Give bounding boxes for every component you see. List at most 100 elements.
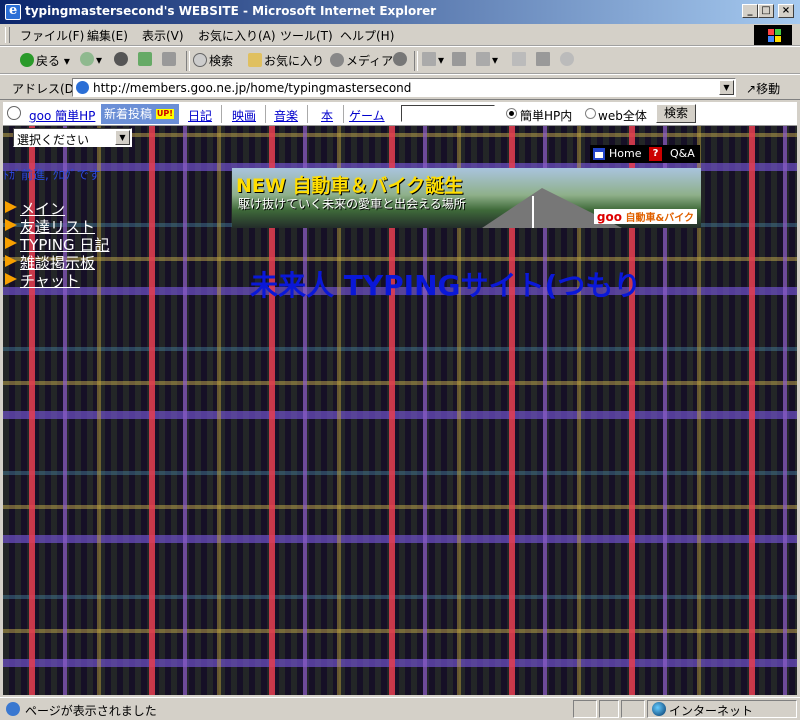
nav-diary-link[interactable]: 日記	[188, 107, 212, 124]
refresh-button[interactable]	[138, 52, 154, 67]
discuss-button[interactable]	[512, 52, 528, 67]
home-icon	[593, 148, 605, 160]
windows-logo-icon	[754, 25, 792, 45]
minimize-button[interactable]: _	[742, 4, 758, 18]
forward-arrow-icon	[80, 52, 94, 66]
new-posts-link[interactable]: 新着投稿 UP!	[101, 104, 179, 124]
ie-icon	[5, 3, 21, 20]
favorites-button[interactable]: お気に入り	[248, 52, 324, 69]
nav-book-link[interactable]: 本	[321, 107, 333, 124]
radio-site-label: 簡単HP内	[520, 109, 573, 123]
page-select-dropdown[interactable]: 選択ください ▼	[13, 128, 132, 147]
nav-movie-link[interactable]: 映画	[232, 107, 256, 124]
marquee-text: ﾄｶﾞ前進, ｸﾛｸﾞです	[3, 168, 101, 182]
triangle-bullet-icon	[5, 255, 17, 267]
go-button[interactable]: ↗移動	[746, 80, 780, 97]
chevron-down-icon[interactable]: ▼	[115, 130, 130, 145]
triangle-bullet-icon	[5, 201, 17, 213]
window-title-bar: typingmastersecond's WEBSITE - Microsoft…	[0, 0, 800, 24]
nav-game-link[interactable]: ゲーム	[349, 107, 385, 124]
internet-zone-icon	[652, 702, 666, 716]
edit-icon	[476, 52, 490, 66]
standard-toolbar: 戻る ▾ ▾ 検索 お気に入り メディア ▾ ▾	[0, 46, 800, 74]
history-icon	[393, 52, 407, 66]
media-button[interactable]: メディア	[330, 52, 393, 69]
back-button[interactable]: 戻る ▾	[20, 52, 70, 69]
address-label: アドレス(D)	[12, 82, 79, 96]
new-posts-label: 新着投稿	[104, 107, 153, 121]
search-label: 検索	[209, 54, 234, 68]
radio-web-label: web全体	[598, 109, 647, 123]
qa-link[interactable]: Q&A	[670, 147, 695, 160]
radio-site-search[interactable]	[506, 108, 517, 119]
address-dropdown-button[interactable]: ▼	[719, 80, 734, 95]
goo-home-link[interactable]: goo 簡単HP	[29, 107, 95, 124]
address-input[interactable]: http://members.goo.ne.jp/home/typingmast…	[72, 78, 736, 97]
page-icon	[76, 81, 89, 94]
goo-search-button[interactable]: 検索	[656, 104, 696, 123]
home-icon	[162, 52, 176, 66]
stop-button[interactable]	[114, 52, 130, 67]
side-item-label[interactable]: チャット	[20, 270, 80, 291]
mail-icon	[422, 52, 436, 66]
triangle-bullet-icon	[5, 237, 17, 249]
search-icon	[193, 53, 207, 67]
menu-file[interactable]: ファイル(F)	[20, 27, 84, 44]
research-icon	[536, 52, 550, 66]
banner-brand: goo 自動車&バイク	[593, 209, 697, 224]
menu-tools[interactable]: ツール(T)	[280, 27, 333, 44]
print-button[interactable]	[452, 52, 468, 67]
menu-edit[interactable]: 編集(E)	[87, 27, 128, 44]
page-content: goo 簡単HP 新着投稿 UP! 日記 映画 音楽 本 ゲーム 簡単HP内 w…	[3, 102, 797, 695]
banner-subline: 駆け抜けていく未来の愛車と出会える場所	[238, 197, 466, 211]
menu-favorites[interactable]: お気に入り(A)	[198, 27, 276, 44]
media-label: メディア	[346, 54, 394, 68]
favorites-label: お気に入り	[264, 54, 325, 68]
home-link[interactable]: Home	[609, 147, 641, 160]
toolbar-grip	[5, 27, 10, 43]
brand-text: 自動車&バイク	[625, 213, 694, 224]
banner-headline: NEW 自動車＆バイク誕生	[236, 175, 464, 197]
print-icon	[452, 52, 466, 66]
search-button[interactable]: 検索	[193, 52, 233, 69]
back-arrow-icon	[20, 53, 34, 67]
goo-search-input[interactable]	[401, 105, 495, 122]
edit-button[interactable]: ▾	[476, 52, 498, 67]
status-text: ページが表示されました	[25, 704, 157, 718]
back-label: 戻る	[36, 54, 61, 68]
discuss-icon	[512, 52, 526, 66]
car-bike-banner[interactable]: NEW 自動車＆バイク誕生 駆け抜けていく未来の愛車と出会える場所 goo 自動…	[232, 168, 701, 228]
radio-web-search[interactable]	[585, 108, 596, 119]
address-bar: アドレス(D) http://members.goo.ne.jp/home/ty…	[0, 74, 800, 100]
research-button[interactable]	[536, 52, 552, 67]
messenger-icon	[560, 52, 574, 66]
select-value: 選択ください	[17, 133, 90, 147]
page-done-icon	[6, 702, 20, 716]
triangle-bullet-icon	[5, 219, 17, 231]
forward-button[interactable]: ▾	[80, 52, 102, 67]
home-button[interactable]	[162, 52, 178, 67]
zone-label: インターネット	[669, 704, 754, 718]
stop-icon	[114, 52, 128, 66]
home-qa-bar: Home ? Q&A	[590, 145, 700, 163]
menu-bar: ファイル(F) 編集(E) 表示(V) お気に入り(A) ツール(T) ヘルプ(…	[0, 24, 800, 46]
menu-help[interactable]: ヘルプ(H)	[340, 27, 394, 44]
refresh-icon	[138, 52, 152, 66]
favorites-icon	[248, 53, 262, 67]
go-label: 移動	[756, 82, 781, 96]
mail-button[interactable]: ▾	[422, 52, 444, 67]
address-url[interactable]: http://members.goo.ne.jp/home/typingmast…	[93, 81, 411, 95]
goo-logo-icon	[7, 106, 21, 120]
brand-goo: goo	[596, 210, 622, 224]
maximize-button[interactable]: □	[758, 4, 774, 18]
help-icon: ?	[649, 147, 662, 161]
goo-nav-bar: goo 簡単HP 新着投稿 UP! 日記 映画 音楽 本 ゲーム 簡単HP内 w…	[3, 102, 797, 126]
messenger-button[interactable]	[560, 52, 576, 67]
history-button[interactable]	[393, 52, 409, 67]
menu-view[interactable]: 表示(V)	[142, 27, 184, 44]
nav-music-link[interactable]: 音楽	[274, 107, 298, 124]
up-badge: UP!	[155, 109, 174, 119]
triangle-bullet-icon	[5, 273, 17, 285]
close-button[interactable]: ×	[778, 4, 794, 18]
status-bar: ページが表示されました インターネット	[0, 697, 800, 720]
